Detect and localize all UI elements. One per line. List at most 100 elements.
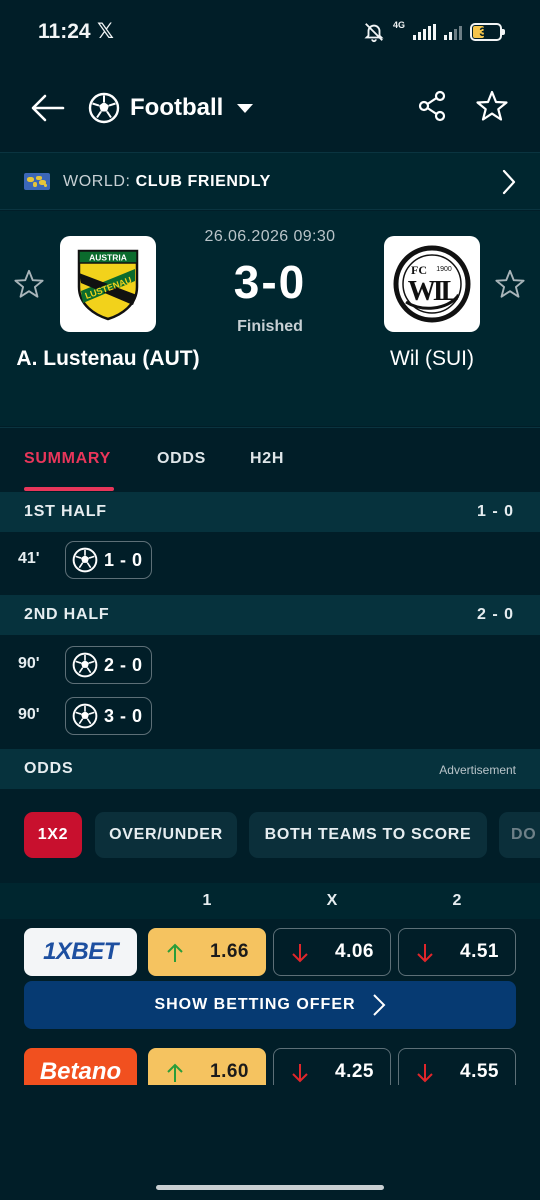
goal-pill: 1 - 0 (65, 541, 152, 579)
market-chip-1x2[interactable]: 1X2 (24, 812, 82, 858)
odd-value: 4.25 (335, 1061, 374, 1082)
bookmaker-logo-betano[interactable]: Betano (24, 1048, 137, 1085)
league-row[interactable]: WORLD: CLUB FRIENDLY (0, 152, 540, 210)
second-half-label: 2ND HALF (24, 606, 110, 623)
market-chips: 1X2 OVER/UNDER BOTH TEAMS TO SCORE DO (0, 790, 540, 882)
share-icon (418, 90, 446, 122)
austria-lustenau-crest: AUSTRIA LUSTENAU (77, 249, 139, 321)
event-minute: 90' (18, 706, 40, 723)
home-favorite-button[interactable] (12, 267, 46, 301)
arrow-up-icon (167, 1063, 183, 1082)
col-home: 1 (202, 892, 212, 909)
match-score: 3-0 (233, 256, 307, 308)
away-favorite-button[interactable] (493, 267, 527, 301)
star-outline-icon (495, 269, 525, 298)
event-minute: 90' (18, 655, 40, 672)
odd-home[interactable]: 1.60 (148, 1048, 266, 1085)
col-draw: X (326, 892, 338, 909)
odds-header: ODDS Advertisement (0, 749, 540, 789)
arrow-down-icon (292, 944, 308, 963)
match-status: Finished (237, 318, 303, 335)
soccer-ball-icon (72, 547, 98, 573)
share-button[interactable] (410, 84, 454, 128)
second-half-score: 2 - 0 (476, 606, 514, 623)
odd-value: 4.55 (460, 1061, 499, 1082)
tab-summary[interactable]: SUMMARY (24, 450, 111, 468)
world-flag-icon (24, 173, 50, 190)
event-score: 3 - 0 (104, 705, 143, 726)
active-tab-indicator (24, 487, 114, 491)
soccer-ball-icon (88, 92, 120, 124)
signal-icon (413, 24, 436, 40)
odd-draw[interactable]: 4.25 (273, 1048, 391, 1085)
odd-home[interactable]: 1.66 (148, 928, 266, 976)
crest-year: 1900 (436, 266, 452, 273)
status-time: 11:24 (38, 20, 91, 43)
home-team-logo[interactable]: AUSTRIA LUSTENAU (60, 236, 156, 332)
goal-event[interactable]: 90' 2 - 0 (0, 639, 540, 690)
battery-level: 36 (479, 25, 493, 39)
event-score: 1 - 0 (104, 549, 143, 570)
soccer-ball-icon (72, 652, 98, 678)
fc-wil-crest: FC 1900 WIL (393, 245, 471, 323)
star-outline-icon (14, 269, 44, 298)
arrow-up-icon (167, 943, 183, 962)
odd-value: 1.66 (210, 941, 249, 962)
odd-draw[interactable]: 4.06 (273, 928, 391, 976)
league-name: WORLD: CLUB FRIENDLY (63, 173, 271, 191)
goal-event[interactable]: 41' 1 - 0 (0, 534, 540, 585)
second-half-header: 2ND HALF 2 - 0 (0, 595, 540, 635)
status-bar: 11:24 𝕏 4G 36 (0, 0, 540, 68)
odd-away[interactable]: 4.55 (398, 1048, 516, 1085)
arrow-down-icon (417, 1064, 433, 1083)
advertisement-label: Advertisement (439, 763, 516, 777)
league-prefix: WORLD: (63, 173, 136, 190)
event-minute: 41' (18, 550, 40, 567)
sport-title: Football (130, 94, 224, 121)
show-betting-offer-button[interactable]: SHOW BETTING OFFER (24, 981, 516, 1029)
tab-odds[interactable]: ODDS (157, 450, 206, 468)
odds-column-headers: 1 X 2 (0, 883, 540, 919)
x-app-icon: 𝕏 (97, 20, 114, 43)
goal-event[interactable]: 90' 3 - 0 (0, 690, 540, 741)
home-team-name[interactable]: A. Lustenau (AUT) (8, 344, 208, 374)
tab-h2h[interactable]: H2H (250, 450, 284, 468)
event-score: 2 - 0 (104, 654, 143, 675)
market-chip-btts[interactable]: BOTH TEAMS TO SCORE (249, 812, 487, 858)
network-type: 4G (392, 19, 405, 30)
market-chip-over-under[interactable]: OVER/UNDER (95, 812, 237, 858)
odds-list: 1XBET 1.66 4.06 4.51 SHOW BETTING OFFER … (0, 919, 540, 1085)
match-header: AUSTRIA LUSTENAU A. Lustenau (AUT) 26.06… (0, 211, 540, 426)
chevron-right-icon (372, 994, 385, 1016)
home-indicator[interactable] (156, 1185, 384, 1190)
goal-pill: 3 - 0 (65, 697, 152, 735)
odd-value: 4.51 (460, 941, 499, 962)
arrow-down-icon (292, 1064, 308, 1083)
battery-icon: 36 (470, 23, 505, 41)
away-team-name[interactable]: Wil (SUI) (332, 344, 532, 374)
market-chip-double-chance[interactable]: DO (499, 812, 540, 858)
crest-austria: AUSTRIA (89, 253, 127, 263)
odd-value: 4.06 (335, 941, 374, 962)
dropdown-caret-icon (237, 103, 254, 113)
first-half-header: 1ST HALF 1 - 0 (0, 492, 540, 532)
signal-icon-2 (444, 24, 462, 40)
odd-away[interactable]: 4.51 (398, 928, 516, 976)
sport-selector[interactable]: Football (88, 86, 254, 130)
odds-label: ODDS (24, 760, 74, 777)
star-icon (476, 90, 508, 121)
favorite-button[interactable] (470, 84, 514, 128)
match-tabs: SUMMARY ODDS H2H (0, 427, 540, 492)
back-button[interactable] (26, 86, 70, 130)
arrow-down-icon (417, 944, 433, 963)
odd-value: 1.60 (210, 1061, 249, 1082)
status-icons: 4G 36 (363, 19, 505, 43)
muted-bell-icon (364, 23, 384, 43)
league-title: CLUB FRIENDLY (135, 173, 271, 190)
bookmaker-logo-1xbet[interactable]: 1XBET (24, 928, 137, 976)
soccer-ball-icon (72, 703, 98, 729)
goal-pill: 2 - 0 (65, 646, 152, 684)
col-away: 2 (452, 892, 462, 909)
back-arrow-icon (31, 94, 65, 122)
away-team-logo[interactable]: FC 1900 WIL (384, 236, 480, 332)
